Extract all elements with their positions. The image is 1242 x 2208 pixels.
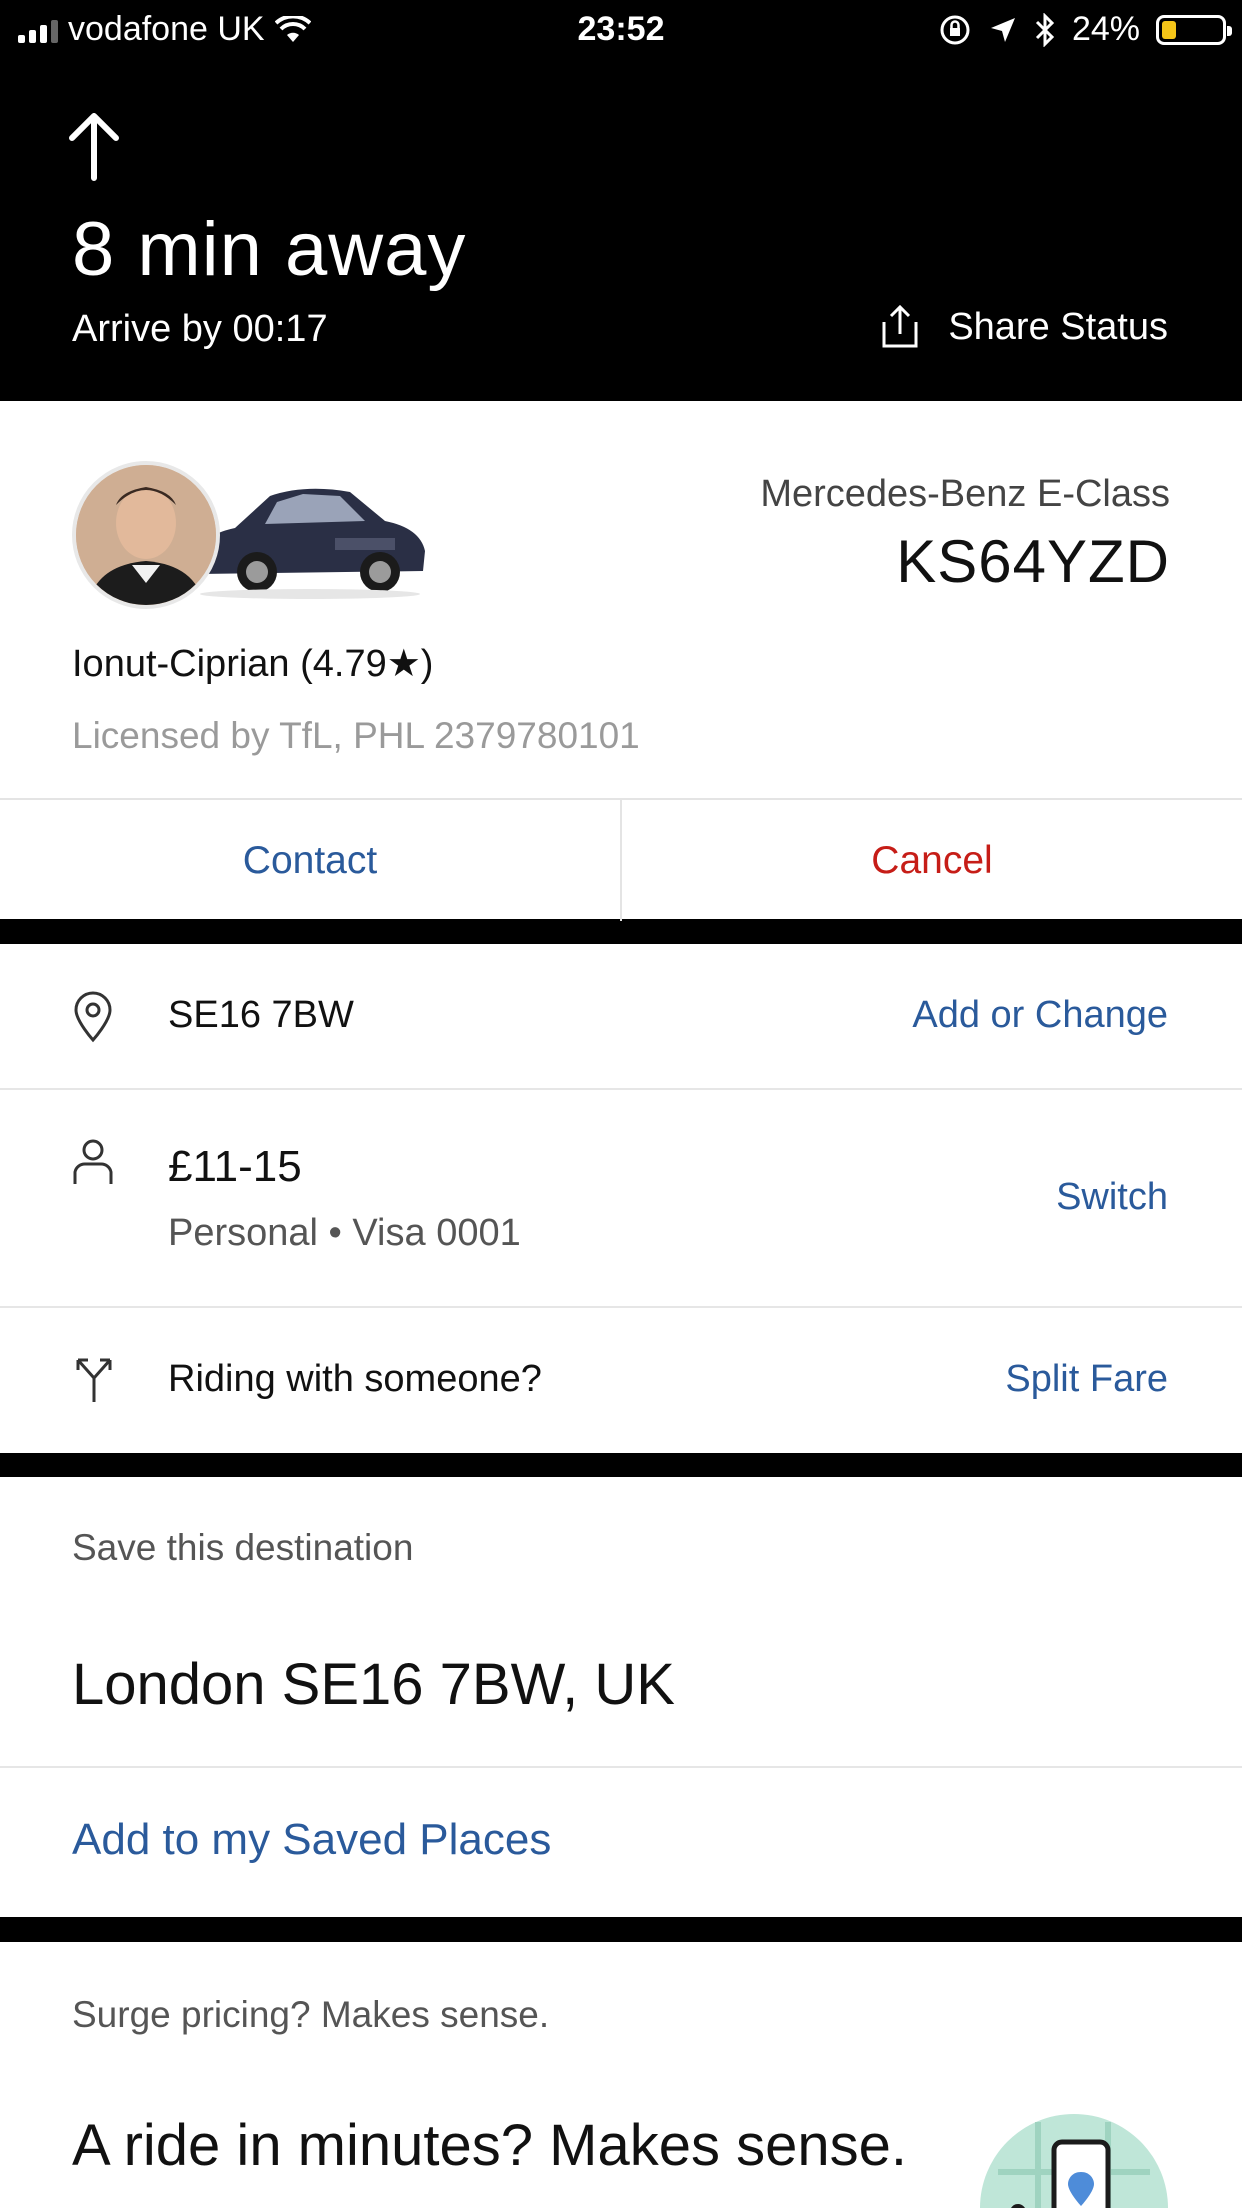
- share-status-button[interactable]: Share Status: [878, 304, 1168, 350]
- add-saved-place-button[interactable]: Add to my Saved Places: [72, 1815, 551, 1865]
- status-bar: vodafone UK 23:52 24%: [0, 0, 1242, 64]
- bluetooth-icon: [1035, 12, 1055, 47]
- destination-address: London SE16 7BW, UK: [72, 1652, 675, 1717]
- location-arrow-icon: [990, 17, 1015, 42]
- driver-avatar: [72, 461, 220, 609]
- split-fare-prompt: Riding with someone?: [168, 1358, 542, 1400]
- driver-card: Mercedes-Benz E-Class KS64YZD Ionut-Cipr…: [0, 401, 1242, 921]
- arrival-time: Arrive by 00:17: [72, 308, 328, 350]
- destination-postcode: SE16 7BW: [168, 994, 354, 1036]
- arrow-up-icon: [69, 113, 119, 181]
- promo-title: A ride in minutes? Makes sense.: [72, 2113, 907, 2178]
- payment-method: Personal • Visa 0001: [168, 1212, 521, 1254]
- trip-header: 8 min away Arrive by 00:17 Share Status: [0, 64, 1242, 401]
- rotation-lock-icon: [940, 15, 970, 44]
- payment-row[interactable]: £11-15 Personal • Visa 0001 Switch: [0, 1090, 1242, 1308]
- battery-icon: [1156, 14, 1232, 45]
- eta-title: 8 min away: [72, 207, 467, 292]
- promo-heading: Surge pricing? Makes sense.: [72, 1994, 550, 2035]
- battery-level-fill: [1162, 20, 1176, 39]
- trip-details-card: SE16 7BW Add or Change £11-15 Personal •…: [0, 944, 1242, 1453]
- switch-payment-button[interactable]: Switch: [1056, 1176, 1168, 1219]
- license-plate: KS64YZD: [896, 528, 1170, 595]
- share-icon: [882, 304, 918, 348]
- person-icon: [73, 1139, 113, 1184]
- cancel-button[interactable]: Cancel: [622, 800, 1242, 921]
- save-destination-heading: Save this destination: [72, 1527, 414, 1568]
- add-or-change-button[interactable]: Add or Change: [912, 994, 1168, 1037]
- car-image: [195, 488, 425, 599]
- share-status-label: Share Status: [948, 305, 1168, 348]
- driver-photo: [76, 465, 216, 605]
- collapse-button[interactable]: [62, 104, 126, 184]
- driver-license: Licensed by TfL, PHL 2379780101: [72, 715, 640, 756]
- driver-actions: Contact Cancel: [0, 798, 1242, 921]
- location-pin-icon: [74, 991, 112, 1043]
- battery-percent: 24%: [1071, 10, 1140, 48]
- divider: [0, 1766, 1242, 1768]
- contact-button[interactable]: Contact: [0, 800, 622, 921]
- status-bar-right: 24%: [938, 10, 1232, 49]
- fare-estimate: £11-15: [168, 1142, 302, 1191]
- split-fare-button[interactable]: Split Fare: [1005, 1358, 1168, 1401]
- driver-name-rating: Ionut-Ciprian (4.79★): [72, 643, 434, 685]
- promo-card: Surge pricing? Makes sense. A ride in mi…: [0, 1942, 1242, 2208]
- car-model: Mercedes-Benz E-Class: [760, 473, 1170, 515]
- phone-map-illustration: [980, 2114, 1168, 2208]
- split-icon: [76, 1358, 112, 1402]
- split-fare-row[interactable]: Riding with someone? Split Fare: [0, 1308, 1242, 1453]
- save-destination-card: Save this destination London SE16 7BW, U…: [0, 1477, 1242, 1917]
- destination-row[interactable]: SE16 7BW Add or Change: [0, 944, 1242, 1090]
